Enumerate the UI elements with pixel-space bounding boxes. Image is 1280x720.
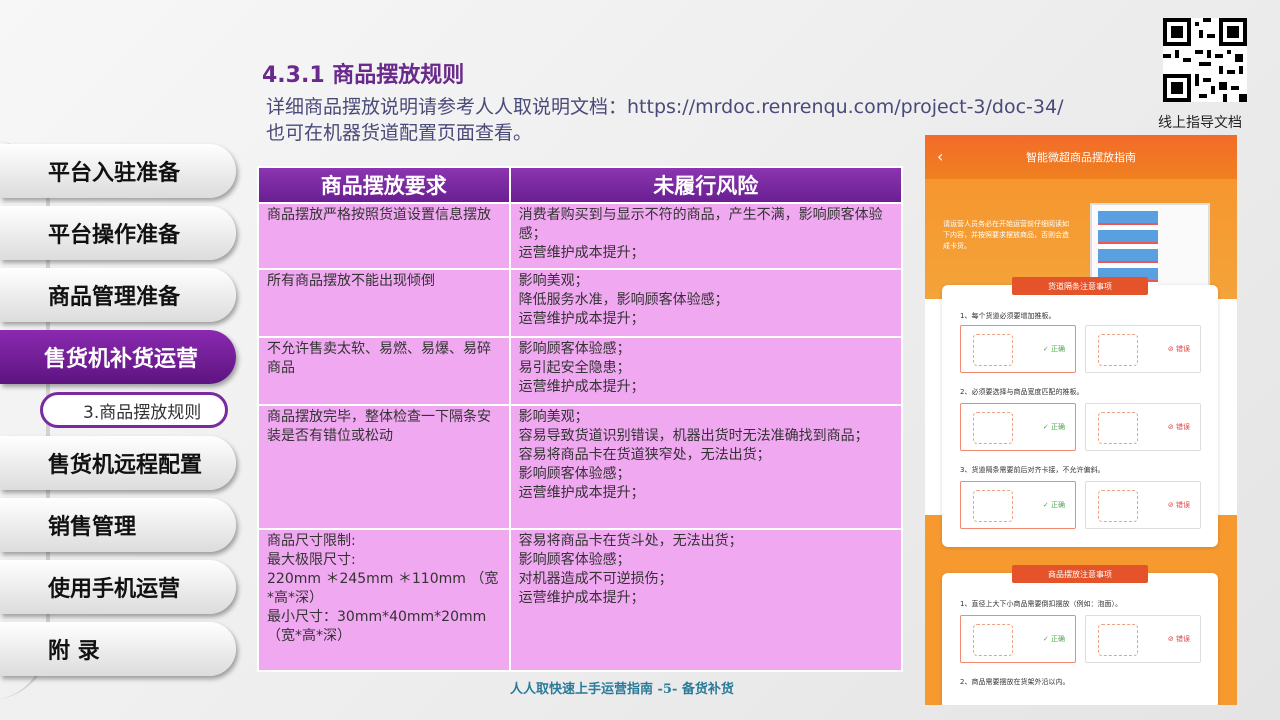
wrong-label: ⊘ 错误 [1167,635,1190,643]
pusher-sketch-icon [973,412,1013,444]
noodle-cup-sketch-icon [973,624,1013,656]
cell-line: 商品摆放完毕，整体检查一下隔条安装是否有错位或松动 [267,409,491,444]
wrong-example: ⊘ 错误 [1085,325,1201,373]
description-line-1: 详细商品摆放说明请参考人人取说明文档：https://mrdoc.renrenq… [266,96,1064,118]
wrong-label: ⊘ 错误 [1167,501,1190,509]
table-row: 商品摆放严格按照货道设置信息摆放 消费者购买到与显示不符的商品，产生不满，影响顾… [257,202,904,270]
correct-label: ✓ 正确 [1042,501,1065,509]
cell-line: 对机器造成不可逆损伤； [518,571,673,587]
phone-card-shelf-divider: 货道隔条注意事项 1、每个货道必须要增加推板。 ✓ 正确 ⊘ 错误 2、必须要选… [942,277,1218,547]
divider-sketch-icon [1098,490,1138,522]
cell-line: 商品尺寸限制: [267,533,356,549]
phone-banner-text: 请运营人员务必在开始运营前仔细阅读如下内容，并按照要求摆放商品，否则会造成卡货。 [943,220,1069,250]
nav-item-sales-management[interactable]: 销售管理 [0,498,236,552]
nav-item-restock-operation[interactable]: 售货机补货运营 [0,330,236,384]
phone-question: 1、每个货道必须要增加推板。 [960,312,1056,320]
cell-line: 运营维护成本提升； [518,379,645,395]
table-row: 商品摆放完毕，整体检查一下隔条安装是否有错位或松动 影响美观； 容易导致货道识别… [257,404,904,530]
pusher-sketch-icon [973,334,1013,366]
cell-line: 影响美观； [518,409,589,425]
cell-line: 容易将商品卡在货斗处，无法出货； [518,533,743,549]
cell-line: 易引起安全隐患； [518,360,631,376]
footer-text: 人人取快速上手运营指南 -5- 备货补货 [510,682,734,697]
phone-card-title: 商品摆放注意事项 [1012,565,1148,583]
table-cell-risk: 影响顾客体验感； 易引起安全隐患； 运营维护成本提升； [508,336,904,406]
table-row: 所有商品摆放不能出现倾倒 影响美观； 降低服务水准，影响顾客体验感； 运营维护成… [257,268,904,338]
wrong-label: ⊘ 错误 [1167,423,1190,431]
phone-question: 2、必须要选择与商品宽度匹配的推板。 [960,388,1084,396]
table-row: 商品尺寸限制: 最大极限尺寸: 220mm ＊245mm ＊110mm （宽*高… [257,528,904,672]
cell-line: 运营维护成本提升； [518,311,645,327]
cell-line: 降低服务水准，影响顾客体验感； [518,292,729,308]
cell-line: 影响美观； [518,273,589,289]
qr-label: 线上指导文档 [1158,115,1242,131]
cell-line: 最大极限尺寸: [267,552,356,568]
correct-example: ✓ 正确 [960,325,1076,373]
table-cell-risk: 容易将商品卡在货斗处，无法出货； 影响顾客体验感； 对机器造成不可逆损伤； 运营… [508,528,904,672]
cell-line: 运营维护成本提升； [518,485,645,501]
phone-header: ‹ 智能微超商品摆放指南 [925,135,1237,179]
table-cell-requirement: 商品摆放严格按照货道设置信息摆放 [257,202,511,270]
phone-question: 2、商品需要摆放在货架外沿以内。 [960,678,1070,686]
correct-example: ✓ 正确 [960,615,1076,663]
vending-shelves [1098,211,1158,287]
phone-question: 1、直径上大下小商品需要倒扣摆放（例如：泡面）。 [960,600,1122,608]
cell-line: 容易将商品卡在货道狭窄处，无法出货； [518,447,771,463]
correct-example: ✓ 正确 [960,481,1076,529]
cell-line: 不允许售卖太软、易燃、易爆、易碎商品 [267,341,491,376]
table-cell-risk: 影响美观； 容易导致货道识别错误，机器出货时无法准确找到商品； 容易将商品卡在货… [508,404,904,530]
table-header-risk: 未履行风险 [508,166,904,204]
wrong-example: ⊘ 错误 [1085,615,1201,663]
correct-label: ✓ 正确 [1042,635,1065,643]
table-cell-requirement: 商品尺寸限制: 最大极限尺寸: 220mm ＊245mm ＊110mm （宽*高… [257,528,511,672]
nav-item-platform-operation[interactable]: 平台操作准备 [0,206,236,260]
cell-line: 所有商品摆放不能出现倾倒 [267,273,435,289]
phone-question: 3、货道隔条需要前后对齐卡接，不允许偏斜。 [960,466,1105,474]
phone-card-product-placement: 商品摆放注意事项 1、直径上大下小商品需要倒扣摆放（例如：泡面）。 ✓ 正确 ⊘… [942,565,1218,705]
correct-example: ✓ 正确 [960,403,1076,451]
nav-item-product-management[interactable]: 商品管理准备 [0,268,236,322]
wrong-label: ⊘ 错误 [1167,345,1190,353]
table-header-requirement: 商品摆放要求 [257,166,511,204]
table-cell-risk: 影响美观； 降低服务水准，影响顾客体验感； 运营维护成本提升； [508,268,904,338]
cell-line: 影响顾客体验感； [518,552,631,568]
nav-subitem-placement-rules[interactable]: 3.商品摆放规则 [40,392,228,428]
nav-item-appendix[interactable]: 附 录 [0,622,236,676]
page-title: 4.3.1 商品摆放规则 [262,63,465,88]
table-row: 不允许售卖太软、易燃、易爆、易碎商品 影响顾客体验感； 易引起安全隐患； 运营维… [257,336,904,406]
nav-item-mobile-operation[interactable]: 使用手机运营 [0,560,236,614]
cell-line: 运营维护成本提升； [518,590,645,606]
table-cell-requirement: 不允许售卖太软、易燃、易爆、易碎商品 [257,336,511,406]
cell-line: 最小尺寸：30mm*40mm*20mm（宽*高*深） [267,609,487,644]
cell-line: 商品摆放严格按照货道设置信息摆放 [267,207,491,223]
cell-line: 220mm ＊245mm ＊110mm （宽*高*深） [267,571,499,606]
phone-title: 智能微超商品摆放指南 [1026,151,1136,164]
pusher-sketch-icon [1098,334,1138,366]
nav-item-platform-entry[interactable]: 平台入驻准备 [0,144,236,198]
cell-line: 容易导致货道识别错误，机器出货时无法准确找到商品； [518,428,869,444]
placement-rules-table: 商品摆放要求 未履行风险 商品摆放严格按照货道设置信息摆放 消费者购买到与显示不… [257,166,904,672]
table-cell-requirement: 所有商品摆放不能出现倾倒 [257,268,511,338]
noodle-cup-sketch-icon [1098,624,1138,656]
qr-code-icon [1163,18,1247,102]
table-cell-requirement: 商品摆放完毕，整体检查一下隔条安装是否有错位或松动 [257,404,511,530]
cell-line: 运营维护成本提升； [518,245,645,261]
table-cell-risk: 消费者购买到与显示不符的商品，产生不满，影响顾客体验感； 运营维护成本提升； [508,202,904,270]
phone-screenshot: ‹ 智能微超商品摆放指南 请运营人员务必在开始运营前仔细阅读如下内容，并按照要求… [925,135,1237,705]
nav-item-remote-config[interactable]: 售货机远程配置 [0,436,236,490]
divider-sketch-icon [973,490,1013,522]
cell-line: 消费者购买到与显示不符的商品，产生不满，影响顾客体验感； [518,207,883,242]
back-icon[interactable]: ‹ [937,147,943,166]
pusher-sketch-icon [1098,412,1138,444]
phone-card-title: 货道隔条注意事项 [1012,277,1148,295]
cell-line: 影响顾客体验感； [518,466,631,482]
correct-label: ✓ 正确 [1042,345,1065,353]
cell-line: 影响顾客体验感； [518,341,631,357]
correct-label: ✓ 正确 [1042,423,1065,431]
wrong-example: ⊘ 错误 [1085,403,1201,451]
wrong-example: ⊘ 错误 [1085,481,1201,529]
side-nav: 平台入驻准备 平台操作准备 商品管理准备 售货机补货运营 3.商品摆放规则 售货… [0,140,240,700]
